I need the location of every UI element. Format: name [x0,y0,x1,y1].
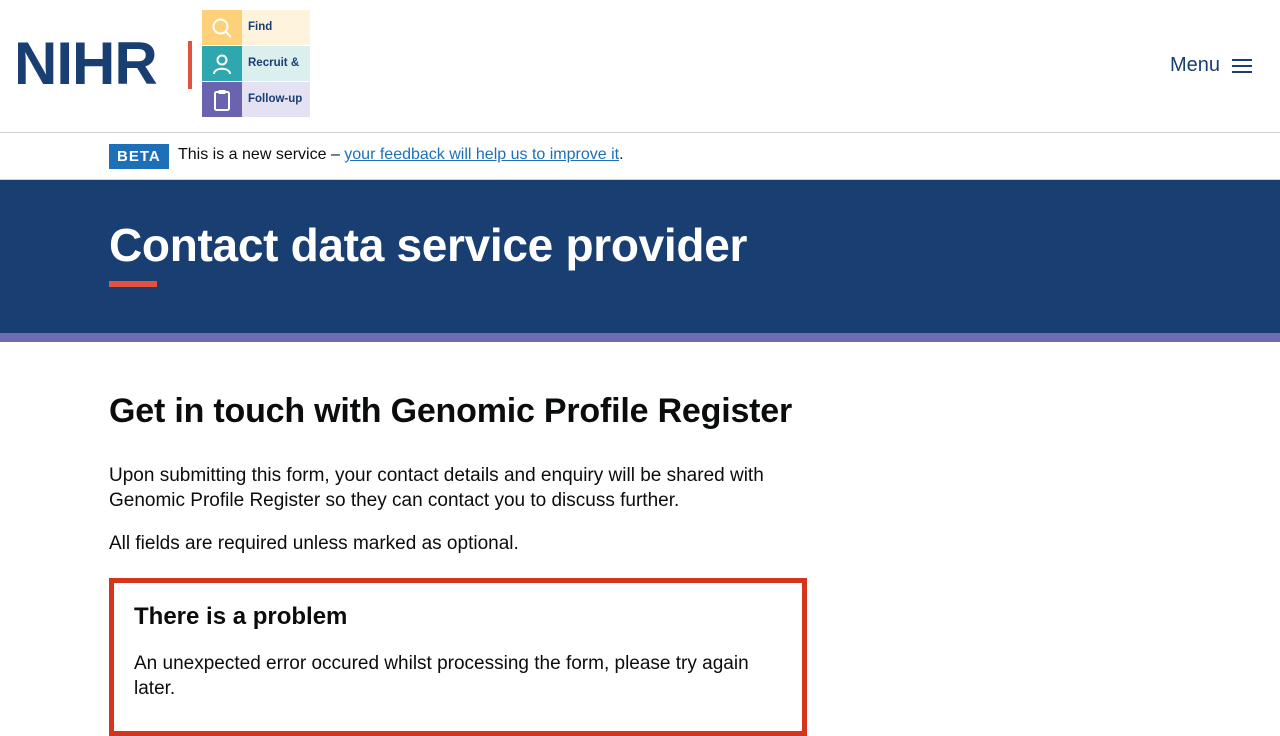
tile-label-find: Find [242,10,310,45]
hero-divider [0,333,1280,342]
service-tiles: Find Recruit & Follow-up [202,10,310,117]
logo-divider [188,41,192,89]
section-heading: Get in touch with Genomic Profile Regist… [109,392,793,430]
tile-label-followup: Follow-up [242,82,310,117]
beta-text: This is a new service – [178,146,345,163]
search-icon [202,10,242,45]
page-title: Contact data service provider [109,219,748,271]
tile-label-recruit: Recruit & [242,46,310,81]
feedback-link[interactable]: your feedback will help us to improve it [344,146,619,163]
beta-message: This is a new service – your feedback wi… [178,146,624,164]
tile-recruit: Recruit & [202,46,310,81]
menu-button[interactable]: Menu [1170,54,1252,77]
page-hero: Contact data service provider [0,180,1280,333]
phase-banner: BETA This is a new service – your feedba… [0,133,1280,180]
beta-suffix: . [619,146,624,163]
clipboard-icon [202,82,242,117]
intro-text: Upon submitting this form, your contact … [109,465,764,511]
tile-followup: Follow-up [202,82,310,117]
menu-label: Menu [1169,54,1220,76]
error-message: An unexpected error occured whilst proce… [134,653,749,699]
nihr-logo[interactable]: NIHR Find Recruit & Follow-up [14,10,310,118]
person-icon [202,46,242,81]
error-title: There is a problem [134,603,348,630]
main-content: Get in touch with Genomic Profile Regist… [0,342,809,736]
site-header: NIHR Find Recruit & Follow-up Menu [0,0,1280,133]
beta-tag: BETA [109,144,169,169]
title-accent-bar [109,281,157,287]
error-summary: There is a problem An unexpected error o… [109,578,807,736]
required-note: All fields are required unless marked as… [109,533,519,554]
tile-find: Find [202,10,310,45]
hamburger-icon [1232,58,1252,73]
logo-wordmark: NIHR [14,30,158,97]
